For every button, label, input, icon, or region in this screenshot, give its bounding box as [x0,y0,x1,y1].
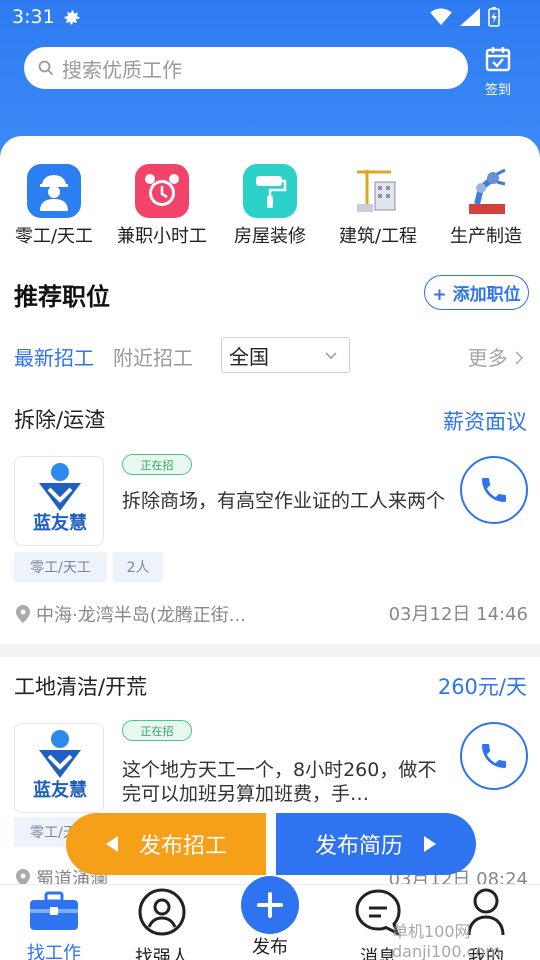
job-title[interactable]: 拆除/运渣 [14,404,105,434]
category-odd-jobs[interactable]: 零工/天工 [0,164,108,248]
chevron-right-icon [515,351,524,365]
construction-icon [351,164,405,218]
category-part-time[interactable]: 兼职小时工 [108,164,216,248]
search-icon [38,60,54,76]
logo-text: 蓝友慧 [33,513,87,534]
company-logo: 蓝友慧 [14,723,104,813]
section-title: 推荐职位 [14,283,110,311]
search-placeholder: 搜索优质工作 [62,57,182,82]
job-description: 这个地方天工一个，8小时260，做不完可以加班另算加班费，手… [122,759,437,805]
job-title[interactable]: 工地清洁/开荒 [14,671,147,701]
calendar-check-icon [485,47,511,72]
triangle-left-icon [105,836,118,852]
category-label: 生产制造 [450,226,522,247]
job-tag: 2人 [113,552,163,582]
tab-publish[interactable]: 发布 [216,931,324,959]
logo-text: 蓝友慧 [33,780,87,801]
phone-icon [482,478,506,502]
chevron-down-icon [325,352,337,360]
tab-nearby-jobs[interactable]: 附近招工 [113,342,193,371]
robot-arm-icon [459,164,513,218]
publish-job-label: 发布招工 [138,834,227,859]
category-manufacturing[interactable]: 生产制造 [432,164,540,248]
publish-job-button[interactable]: 发布招工 [66,813,266,875]
triangle-right-icon [424,836,436,852]
add-position-button[interactable]: + 添加职位 [424,275,529,310]
call-button[interactable] [460,456,528,524]
job-date: 03月12日 14:46 [388,604,528,625]
user-circle-icon [138,888,186,936]
phone-icon [482,744,506,768]
region-select[interactable]: 全国 [221,337,350,373]
watermark: 单机100网 danji100.com [392,922,501,960]
paint-roller-icon [243,164,297,218]
category-renovation[interactable]: 房屋装修 [216,164,324,248]
category-label: 建筑/工程 [338,226,418,247]
publish-resume-label: 发布简历 [314,834,403,859]
more-link[interactable]: 更多 [468,342,524,371]
status-badge: 正在招 [122,720,192,741]
publish-resume-button[interactable]: 发布简历 [276,813,476,875]
job-location: 中海·龙湾半岛(龙腾正街... [16,601,246,627]
category-label: 房屋装修 [234,226,306,247]
signin-button[interactable]: 签到 [478,45,518,98]
category-label: 零工/天工 [14,226,94,247]
gear-icon [64,10,80,25]
location-text: 中海·龙湾半岛(龙腾正街... [36,605,246,626]
more-label: 更多 [467,346,508,370]
tab-label: 发布 [252,937,288,958]
person-check-logo-icon [39,730,81,778]
alarm-clock-icon [135,164,189,218]
tab-find-job[interactable]: 找工作 [0,885,108,960]
category-label: 兼职小时工 [117,226,207,247]
worker-icon [27,164,81,218]
publish-fab-button[interactable] [241,876,299,934]
status-time: 3:31 [12,6,55,28]
region-value: 全国 [229,344,269,369]
search-input[interactable]: 搜索优质工作 [24,47,468,89]
job-pay: 260元/天 [437,675,527,699]
tab-label: 找工作 [27,943,81,960]
tab-latest-jobs[interactable]: 最新招工 [14,342,94,371]
company-logo: 蓝友慧 [14,456,104,546]
signin-label: 签到 [484,83,511,98]
wifi-icon [430,8,452,26]
tab-label: 找强人 [135,947,189,960]
location-pin-icon [16,605,30,623]
job-pay: 薪资面议 [443,410,527,434]
status-badge: 正在招 [122,454,192,475]
job-tag: 零工/天工 [14,552,107,582]
category-construction[interactable]: 建筑/工程 [324,164,432,248]
job-description: 拆除商场，有高空作业证的工人来两个 [122,490,446,512]
battery-icon [488,7,500,27]
call-button[interactable] [460,722,528,790]
plus-icon [257,892,283,918]
status-bar: 3:31 [0,0,540,36]
tab-find-worker[interactable]: 找强人 [108,885,216,960]
signal-icon [460,8,480,26]
person-check-logo-icon [39,463,81,511]
briefcase-icon [30,891,78,930]
content-card: 零工/天工 兼职小时工 房屋装修 建筑/工程 生产制造 推荐职位 + 添加职位 … [0,136,540,644]
